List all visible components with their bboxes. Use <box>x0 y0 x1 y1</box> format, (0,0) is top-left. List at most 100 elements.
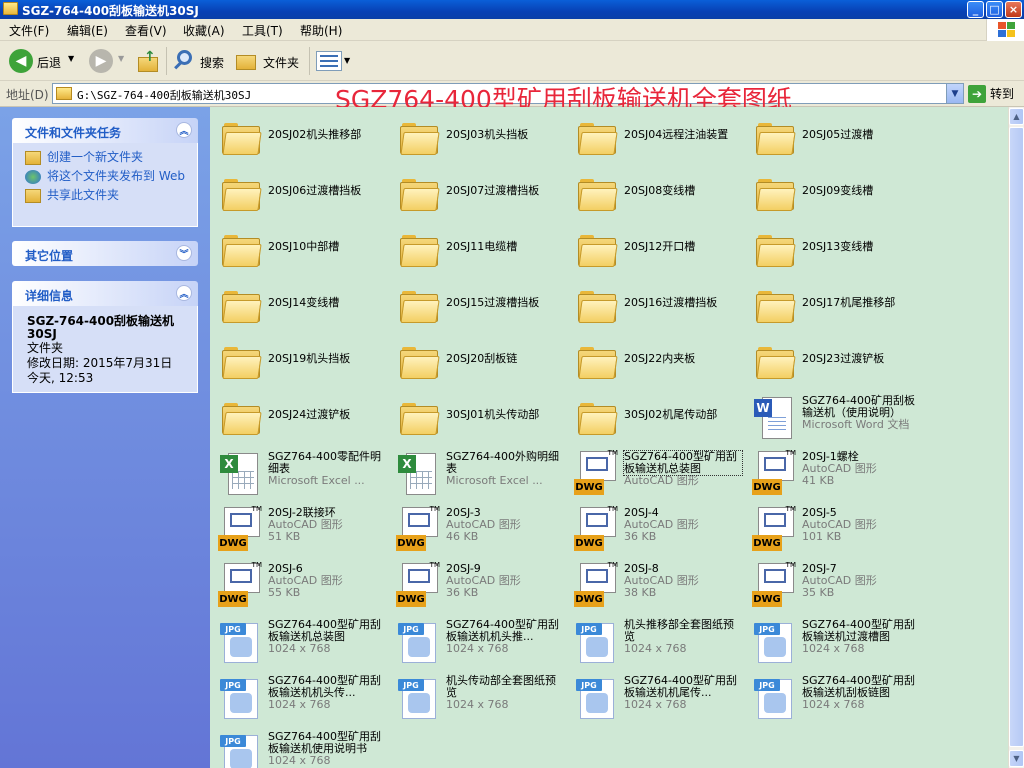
item-name[interactable]: SGZ764-400型矿用刮板输送机过渡槽图 <box>802 619 920 643</box>
item-name[interactable]: 20SJ04远程注油装置 <box>624 129 742 141</box>
task-publish-web[interactable]: 将这个文件夹发布到 Web <box>25 169 185 184</box>
folders-icon[interactable] <box>236 51 258 71</box>
folder-item[interactable]: 20SJ05过渡槽 <box>746 109 924 165</box>
item-name[interactable]: 30SJ01机头传动部 <box>446 409 564 421</box>
views-dropdown-icon[interactable]: ▼ <box>344 56 350 65</box>
file-item[interactable]: TM DWG 20SJ-5 AutoCAD 图形 101 KB <box>746 501 924 557</box>
menu-file[interactable]: 文件(F) <box>9 22 49 39</box>
folder-item[interactable]: 20SJ08变线槽 <box>568 165 746 221</box>
item-name[interactable]: 20SJ03机头挡板 <box>446 129 564 141</box>
file-item[interactable]: TM DWG 20SJ-6 AutoCAD 图形 55 KB <box>212 557 390 613</box>
item-name[interactable]: SGZ764-400型矿用刮板输送机机头传... <box>268 675 386 699</box>
expand-icon[interactable]: ︾ <box>176 245 192 261</box>
back-dropdown-icon[interactable]: ▼ <box>68 54 74 63</box>
item-name[interactable]: 机头传动部全套图纸预览 <box>446 675 564 699</box>
file-item[interactable]: JPG SGZ764-400型矿用刮板输送机使用说明书 1024 x 768 <box>212 725 390 768</box>
item-name[interactable]: 20SJ07过渡槽挡板 <box>446 185 564 197</box>
file-item[interactable]: JPG SGZ764-400型矿用刮板输送机刮板链图 1024 x 768 <box>746 669 924 725</box>
file-item[interactable]: TM DWG 20SJ-8 AutoCAD 图形 38 KB <box>568 557 746 613</box>
item-name[interactable]: SGZ764-400型矿用刮板输送机总装图 <box>268 619 386 643</box>
item-name[interactable]: 20SJ14变线槽 <box>268 297 386 309</box>
folder-item[interactable]: 20SJ13变线槽 <box>746 221 924 277</box>
maximize-button[interactable]: □ <box>986 1 1003 18</box>
minimize-button[interactable]: _ <box>967 1 984 18</box>
details-header[interactable]: 详细信息 ︽ <box>12 281 198 306</box>
file-item[interactable]: TM DWG SGZ764-400型矿用刮板输送机总装图 AutoCAD 图形 <box>568 445 746 501</box>
item-name[interactable]: 20SJ15过渡槽挡板 <box>446 297 564 309</box>
vertical-scrollbar[interactable]: ▲ ▼ <box>1008 107 1024 768</box>
folder-item[interactable]: 20SJ02机头推移部 <box>212 109 390 165</box>
folder-item[interactable]: 20SJ06过渡槽挡板 <box>212 165 390 221</box>
folder-item[interactable]: 20SJ09变线槽 <box>746 165 924 221</box>
file-item[interactable]: JPG SGZ764-400型矿用刮板输送机机头传... 1024 x 768 <box>212 669 390 725</box>
task-new-folder-label[interactable]: 创建一个新文件夹 <box>47 150 143 164</box>
menu-edit[interactable]: 编辑(E) <box>67 22 108 39</box>
item-name[interactable]: 20SJ05过渡槽 <box>802 129 920 141</box>
item-name[interactable]: 20SJ12开口槽 <box>624 241 742 253</box>
folder-item[interactable]: 20SJ24过渡铲板 <box>212 389 390 445</box>
item-name[interactable]: SGZ764-400型矿用刮板输送机使用说明书 <box>268 731 386 755</box>
item-name[interactable]: 20SJ13变线槽 <box>802 241 920 253</box>
folder-item[interactable]: 20SJ23过渡铲板 <box>746 333 924 389</box>
item-name[interactable]: SGZ764-400零配件明细表 <box>268 451 386 475</box>
task-publish-web-label[interactable]: 将这个文件夹发布到 Web <box>47 169 185 183</box>
folder-item[interactable]: 20SJ10中部槽 <box>212 221 390 277</box>
task-new-folder[interactable]: 创建一个新文件夹 <box>25 150 185 165</box>
folder-item[interactable]: 20SJ11电缆槽 <box>390 221 568 277</box>
file-item[interactable]: JPG SGZ764-400型矿用刮板输送机总装图 1024 x 768 <box>212 613 390 669</box>
title-bar[interactable]: SGZ-764-400刮板输送机30SJ _ □ × <box>0 0 1024 19</box>
folder-item[interactable]: 20SJ07过渡槽挡板 <box>390 165 568 221</box>
menu-view[interactable]: 查看(V) <box>125 22 167 39</box>
folder-item[interactable]: 20SJ14变线槽 <box>212 277 390 333</box>
file-item[interactable]: TM DWG 20SJ-7 AutoCAD 图形 35 KB <box>746 557 924 613</box>
menu-help[interactable]: 帮助(H) <box>300 22 342 39</box>
item-name[interactable]: 20SJ16过渡槽挡板 <box>624 297 742 309</box>
folder-item[interactable]: 20SJ12开口槽 <box>568 221 746 277</box>
forward-arrow-icon[interactable]: ▶ <box>89 49 113 73</box>
up-folder-icon[interactable]: ↑ <box>136 49 160 73</box>
close-button[interactable]: × <box>1005 1 1022 18</box>
scroll-down-icon[interactable]: ▼ <box>1009 750 1024 767</box>
folder-item[interactable]: 20SJ16过渡槽挡板 <box>568 277 746 333</box>
address-dropdown-icon[interactable]: ▼ <box>946 84 963 103</box>
scroll-up-icon[interactable]: ▲ <box>1009 108 1024 125</box>
item-name[interactable]: 20SJ22内夹板 <box>624 353 742 365</box>
file-item[interactable]: TM DWG 20SJ-3 AutoCAD 图形 46 KB <box>390 501 568 557</box>
item-name[interactable]: SGZ764-400型矿用刮板输送机机尾传... <box>624 675 742 699</box>
item-name[interactable]: SGZ764-400型矿用刮板输送机机头推... <box>446 619 564 643</box>
task-share-folder-label[interactable]: 共享此文件夹 <box>47 188 119 202</box>
item-name[interactable]: 30SJ02机尾传动部 <box>624 409 742 421</box>
item-name[interactable]: 20SJ08变线槽 <box>624 185 742 197</box>
item-name[interactable]: 20SJ11电缆槽 <box>446 241 564 253</box>
address-path[interactable]: G:\SGZ-764-400刮板输送机30SJ <box>77 87 251 103</box>
file-item[interactable]: X SGZ764-400外购明细表 Microsoft Excel ... <box>390 445 568 501</box>
folders-button-label[interactable]: 文件夹 <box>263 54 299 71</box>
file-item[interactable]: JPG 机头传动部全套图纸预览 1024 x 768 <box>390 669 568 725</box>
file-item[interactable]: JPG 机头推移部全套图纸预览 1024 x 768 <box>568 613 746 669</box>
file-item[interactable]: JPG SGZ764-400型矿用刮板输送机机尾传... 1024 x 768 <box>568 669 746 725</box>
folder-item[interactable]: 20SJ15过渡槽挡板 <box>390 277 568 333</box>
folder-item[interactable]: 20SJ04远程注油装置 <box>568 109 746 165</box>
folder-item[interactable]: 20SJ20刮板链 <box>390 333 568 389</box>
item-name[interactable]: SGZ764-400型矿用刮板输送机总装图 <box>623 450 743 476</box>
item-name[interactable]: 机头推移部全套图纸预览 <box>624 619 742 643</box>
item-name[interactable]: 20SJ09变线槽 <box>802 185 920 197</box>
file-item[interactable]: TM DWG 20SJ-1螺栓 AutoCAD 图形 41 KB <box>746 445 924 501</box>
folder-item[interactable]: 20SJ22内夹板 <box>568 333 746 389</box>
menu-favorites[interactable]: 收藏(A) <box>183 22 225 39</box>
scroll-thumb[interactable] <box>1009 127 1024 747</box>
item-name[interactable]: 20SJ02机头推移部 <box>268 129 386 141</box>
item-name[interactable]: 20SJ10中部槽 <box>268 241 386 253</box>
item-name[interactable]: SGZ764-400型矿用刮板输送机刮板链图 <box>802 675 920 699</box>
item-name[interactable]: 20SJ23过渡铲板 <box>802 353 920 365</box>
collapse-icon[interactable]: ︽ <box>176 285 192 301</box>
forward-dropdown-icon[interactable]: ▼ <box>118 54 124 63</box>
back-arrow-icon[interactable]: ◀ <box>9 49 33 73</box>
back-button-label[interactable]: 后退 <box>37 54 61 71</box>
item-name[interactable]: 20SJ20刮板链 <box>446 353 564 365</box>
menu-tools[interactable]: 工具(T) <box>242 22 283 39</box>
folder-item[interactable]: 20SJ17机尾推移部 <box>746 277 924 333</box>
search-button-label[interactable]: 搜索 <box>200 54 224 71</box>
file-item[interactable]: TM DWG 20SJ-9 AutoCAD 图形 36 KB <box>390 557 568 613</box>
views-icon[interactable] <box>316 51 342 71</box>
